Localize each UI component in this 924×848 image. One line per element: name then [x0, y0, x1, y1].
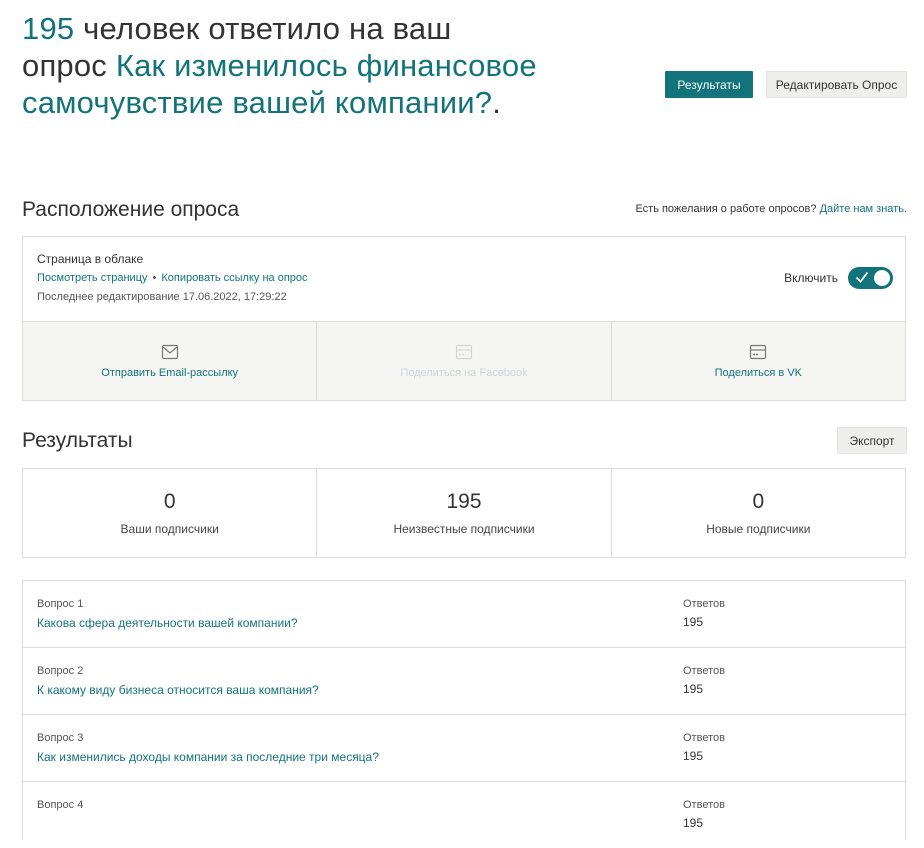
- view-page-link[interactable]: Посмотреть страницу: [37, 272, 148, 284]
- stat-your-subscribers: 0 Ваши подписчики: [23, 469, 318, 557]
- feedback-note: Есть пожелания о работе опросов? Дайте н…: [635, 203, 907, 215]
- feedback-link[interactable]: Дайте нам знать.: [820, 203, 907, 215]
- card-icon: [750, 344, 767, 359]
- export-button[interactable]: Экспорт: [837, 427, 907, 454]
- answers-label: Ответов: [683, 598, 725, 610]
- enable-toggle[interactable]: [848, 267, 893, 289]
- location-section-title: Расположение опроса: [22, 198, 240, 221]
- page-title: 195 человек ответило на ваш опрос Как из…: [22, 10, 542, 121]
- send-email-button[interactable]: Отправить Email-рассылку: [23, 322, 318, 400]
- stat-label: Неизвестные подписчики: [393, 522, 535, 536]
- response-count: 195: [22, 11, 75, 46]
- answers-label: Ответов: [683, 799, 725, 811]
- share-facebook-button[interactable]: Поделиться на Facebook: [317, 322, 612, 400]
- stat-value: 0: [163, 490, 176, 513]
- stats-panel: 0 Ваши подписчики 195 Неизвестные подпис…: [22, 468, 906, 558]
- stat-label: Новые подписчики: [706, 522, 811, 536]
- stat-value: 0: [752, 490, 765, 513]
- question-number: Вопрос 1: [37, 598, 84, 610]
- questions-list: Вопрос 1 Какова сфера деятельности вашей…: [22, 580, 906, 840]
- question-number: Вопрос 3: [37, 732, 84, 744]
- page-links: Посмотреть страницу • Копировать ссылку на…: [37, 272, 308, 284]
- question-number: Вопрос 4: [37, 799, 84, 811]
- stat-new-subscribers: 0 Новые подписчики: [612, 469, 905, 557]
- answers-count: 195: [683, 615, 704, 629]
- share-facebook-label: Поделиться на Facebook: [400, 366, 528, 379]
- answers-label: Ответов: [683, 732, 725, 744]
- question-number: Вопрос 2: [37, 665, 84, 677]
- title-end: .: [492, 85, 502, 120]
- toggle-label: Включить: [784, 271, 838, 285]
- location-panel: Страница в облаке Посмотреть страницу • Ко…: [22, 236, 906, 401]
- toggle-knob: [874, 270, 890, 286]
- last-edited: Последнее редактирование 17.06.2022, 17:…: [37, 291, 287, 303]
- answers-count: 195: [683, 816, 704, 830]
- answers-count: 195: [683, 682, 704, 696]
- cloud-page-label: Страница в облаке: [37, 252, 144, 266]
- share-options: Отправить Email-рассылку Поделиться на F…: [23, 321, 905, 400]
- enable-toggle-group: Включить: [784, 267, 893, 289]
- link-separator: •: [152, 272, 157, 284]
- stat-unknown-subscribers: 195 Неизвестные подписчики: [317, 469, 612, 557]
- check-icon: [855, 271, 869, 283]
- card-icon: [455, 344, 473, 359]
- share-vk-button[interactable]: Поделиться в VK: [612, 322, 905, 400]
- results-section-title: Результаты: [22, 429, 133, 452]
- edit-survey-button[interactable]: Редактировать Опрос: [766, 71, 907, 98]
- question-row: Вопрос 4 Ответов 195: [23, 782, 905, 848]
- stat-label: Ваши подписчики: [120, 522, 219, 536]
- question-row: Вопрос 2 К какому виду бизнеса относится…: [23, 648, 905, 715]
- answers-count: 195: [683, 749, 704, 763]
- answers-label: Ответов: [683, 665, 725, 677]
- stat-value: 195: [446, 490, 482, 513]
- question-row: Вопрос 1 Какова сфера деятельности вашей…: [23, 581, 905, 648]
- copy-link[interactable]: Копировать ссылку на опрос: [161, 272, 307, 284]
- send-email-label: Отправить Email-рассылку: [101, 366, 239, 379]
- results-button[interactable]: Результаты: [665, 71, 753, 98]
- share-vk-label: Поделиться в VK: [714, 366, 802, 379]
- email-icon: [161, 344, 178, 359]
- feedback-text: Есть пожелания о работе опросов?: [635, 203, 817, 215]
- question-link[interactable]: К какому виду бизнеса относится ваша ком…: [37, 683, 319, 697]
- question-link[interactable]: Какова сфера деятельности вашей компании…: [37, 616, 298, 630]
- question-row: Вопрос 3 Как изменились доходы компании …: [23, 715, 905, 782]
- question-link[interactable]: Как изменились доходы компании за послед…: [37, 750, 379, 764]
